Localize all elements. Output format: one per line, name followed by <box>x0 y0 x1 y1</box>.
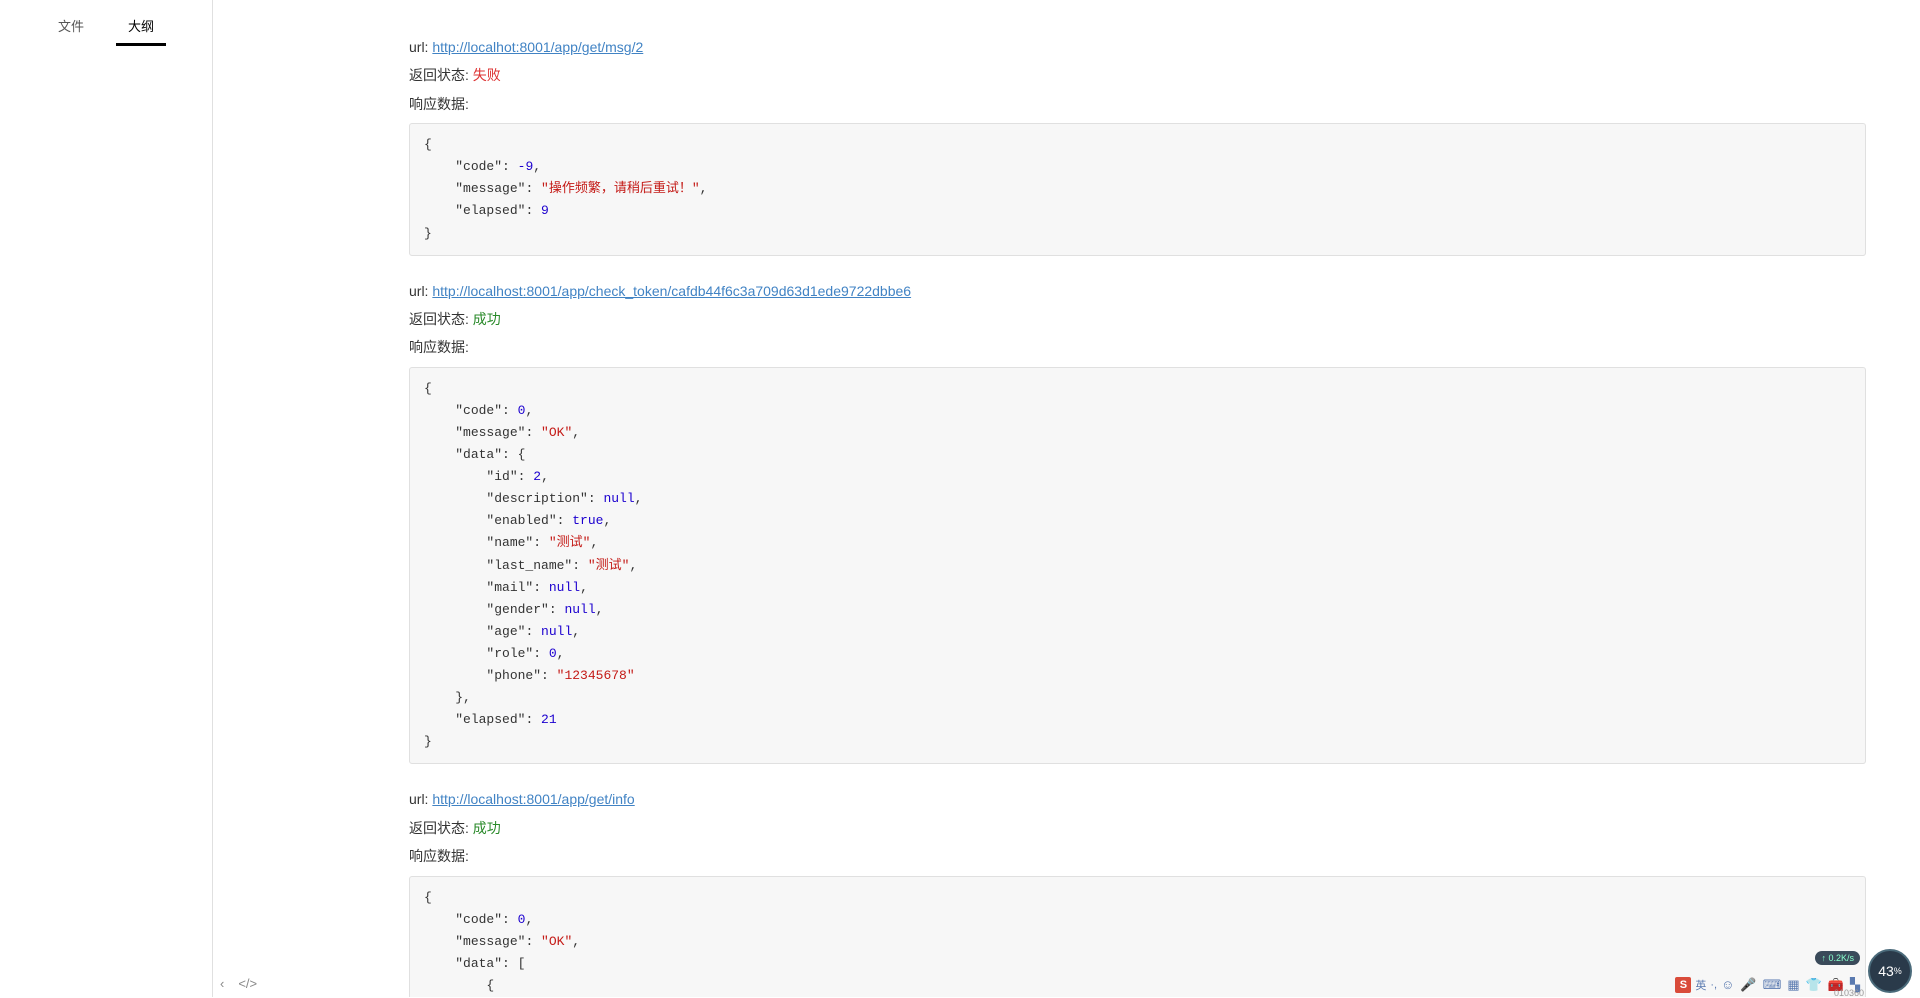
json-block: { "code": -9, "message": "操作频繁，请稍后重试！", … <box>409 123 1866 255</box>
sogou-icon[interactable]: S <box>1675 977 1691 993</box>
status-value: 成功 <box>473 820 501 836</box>
json-block: { "code": 0, "message": "OK", "data": [ … <box>409 876 1866 997</box>
url-label: url: <box>409 39 428 55</box>
mic-icon[interactable]: 🎤 <box>1740 977 1756 993</box>
status-label: 返回状态: <box>409 67 469 83</box>
url-link[interactable]: http://localhost:8001/app/check_token/ca… <box>432 283 911 299</box>
grid-icon[interactable]: ▦ <box>1787 977 1799 993</box>
main-content[interactable]: url: http://localhot:8001/app/get/msg/2 … <box>213 0 1896 997</box>
ime-indicator[interactable]: 英 <box>1695 977 1706 993</box>
tab-file[interactable]: 文件 <box>46 8 96 46</box>
request-block: url: http://localhot:8001/app/get/msg/2 … <box>409 36 1866 256</box>
request-block: url: http://localhost:8001/app/check_tok… <box>409 280 1866 765</box>
shirt-icon[interactable]: 👕 <box>1806 977 1822 993</box>
tab-outline[interactable]: 大纲 <box>116 8 166 46</box>
status-value: 失败 <box>473 67 501 83</box>
status-label: 返回状态: <box>409 820 469 836</box>
emoji-icon[interactable]: ☺ <box>1721 977 1734 993</box>
response-label: 响应数据: <box>409 848 469 864</box>
net-speed-badge: ↑ 0.2K/s <box>1815 951 1860 965</box>
tray-sep: ·, <box>1710 979 1717 991</box>
sidebar-tabs: 文件 大纲 <box>0 0 212 46</box>
system-tray: S 英 ·, ☺ 🎤 ⌨ ▦ 👕 🧰 ▚ <box>1675 977 1860 993</box>
sidebar: 文件 大纲 <box>0 0 213 997</box>
json-block: { "code": 0, "message": "OK", "data": { … <box>409 367 1866 765</box>
perf-circle[interactable]: 43% <box>1868 949 1912 993</box>
request-block: url: http://localhost:8001/app/get/info … <box>409 788 1866 997</box>
response-label: 响应数据: <box>409 339 469 355</box>
perf-suffix: % <box>1894 966 1902 976</box>
url-label: url: <box>409 283 428 299</box>
url-link[interactable]: http://localhot:8001/app/get/msg/2 <box>432 39 643 55</box>
status-label: 返回状态: <box>409 311 469 327</box>
response-label: 响应数据: <box>409 96 469 112</box>
url-label: url: <box>409 791 428 807</box>
perf-value: 43 <box>1878 963 1894 979</box>
keyboard-icon[interactable]: ⌨ <box>1763 977 1782 993</box>
url-link[interactable]: http://localhost:8001/app/get/info <box>432 791 634 807</box>
status-value: 成功 <box>473 311 501 327</box>
